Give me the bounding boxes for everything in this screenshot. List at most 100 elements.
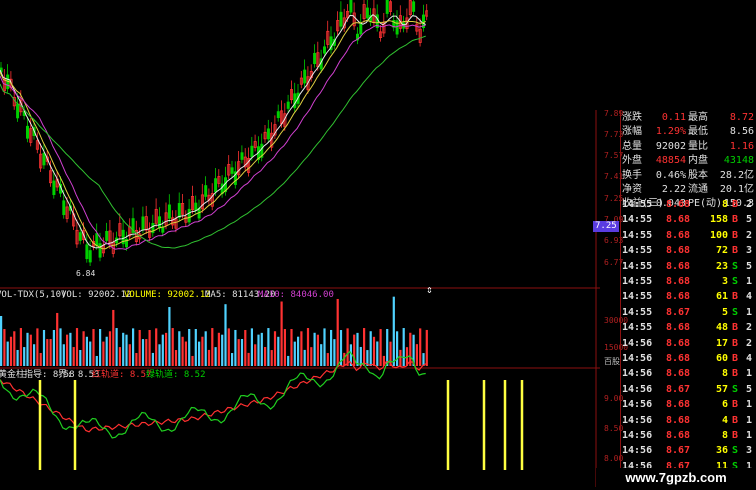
volume-bar	[250, 328, 253, 366]
volume-bar	[280, 301, 283, 366]
volume-bar	[409, 332, 412, 366]
volume-bar	[346, 328, 349, 366]
low-price-marker: 6.84	[76, 269, 96, 278]
tick-time: 14:55	[622, 245, 653, 257]
tick-count: 4	[746, 291, 753, 303]
tick-count: 1	[746, 276, 753, 287]
tick-row[interactable]: 14:56 8.68 6 B 1	[622, 397, 756, 412]
quote-row: 净资 2.22 流通 20.1亿	[622, 182, 756, 197]
tick-direction: B	[732, 414, 739, 426]
volume-bar	[66, 334, 69, 366]
tick-row[interactable]: 14:55 8.68 61 B 4	[622, 289, 756, 304]
candle-body	[177, 203, 181, 218]
tick-price: 8.68	[666, 368, 691, 380]
tick-row[interactable]: 14:56 8.68 17 B 2	[622, 336, 756, 351]
quote-value: 8.72	[729, 112, 754, 123]
candle-body	[240, 152, 244, 160]
tick-volume: 3	[721, 276, 728, 287]
tick-price: 8.68	[666, 214, 691, 226]
volume-bar	[118, 347, 121, 366]
tick-row[interactable]: 14:55 8.68 23 S 5	[622, 259, 756, 274]
tick-row[interactable]: 14:55 8.67 5 S 1	[622, 305, 756, 320]
volume-bar	[376, 341, 379, 366]
volume-indicator-title[interactable]: VOL-TDX(5,10)	[0, 290, 66, 301]
tick-time: 14:56	[622, 399, 653, 411]
volume-bar	[336, 298, 339, 366]
tick-price: 8.68	[666, 353, 691, 364]
tick-direction: B	[732, 199, 739, 210]
volume-bar	[26, 332, 29, 366]
volume-bar	[19, 328, 22, 366]
tick-direction: S	[732, 306, 739, 318]
tick-time: 14:56	[622, 337, 653, 349]
volume-bar	[95, 355, 98, 366]
quote-label: 换手	[622, 169, 642, 181]
green-track-label: 绿轨道: 8.52	[146, 370, 206, 380]
current-price-tag: 7.25	[593, 221, 619, 232]
tick-price: 8.68	[666, 322, 691, 334]
candle-body	[187, 208, 191, 223]
overlay-box-low	[254, 228, 502, 258]
tick-volume: 8	[721, 199, 728, 210]
volume-bar	[257, 334, 260, 366]
candle-body	[385, 0, 389, 14]
tick-row[interactable]: 14:55 8.68 8 B 2	[622, 197, 756, 212]
volume-bar	[75, 328, 79, 366]
volume-bar	[69, 332, 72, 366]
tick-direction: S	[732, 383, 739, 395]
volume-bar	[135, 353, 138, 366]
volume-value-label: VOLUME: 92002.12	[124, 290, 211, 300]
tick-row[interactable]: 14:56 8.68 8 B 1	[622, 428, 756, 443]
tick-row[interactable]: 14:56 8.68 8 B 1	[622, 366, 756, 381]
volume-bar	[237, 339, 240, 366]
volume-bar	[273, 331, 277, 366]
tick-row[interactable]: 14:55 8.68 158 B 5	[622, 212, 756, 227]
candle-body	[95, 233, 99, 247]
candle-body	[105, 231, 109, 241]
panel-divider	[620, 110, 621, 487]
volume-bar	[108, 331, 112, 366]
volume-bar	[399, 349, 402, 366]
volume-bar	[141, 339, 145, 366]
tick-direction: B	[732, 322, 739, 334]
quote-label: 净资	[622, 184, 642, 195]
volume-bar	[33, 344, 36, 366]
volume-bar	[42, 329, 46, 366]
tick-count: 5	[746, 383, 753, 395]
volume-bar	[359, 346, 362, 366]
tick-row[interactable]: 14:56 8.67 36 S 3	[622, 443, 756, 458]
volume-bar	[155, 328, 158, 366]
volume-bar	[194, 329, 197, 366]
candle-body	[141, 216, 145, 230]
tick-price: 8.68	[666, 260, 691, 272]
quote-value: 43148	[723, 155, 754, 167]
tick-direction: B	[732, 368, 739, 380]
tick-row[interactable]: 14:56 8.67 57 S 5	[622, 382, 756, 397]
tick-row[interactable]: 14:55 8.68 100 B 2	[622, 228, 756, 243]
candle-body	[286, 101, 290, 109]
tick-direction: B	[732, 353, 739, 364]
tick-volume: 72	[715, 245, 728, 257]
volume-bar	[49, 339, 52, 366]
tick-row[interactable]: 14:55 8.68 72 B 3	[622, 243, 756, 258]
tick-volume: 5	[721, 306, 728, 318]
quote-value: 0.11	[661, 112, 686, 123]
volume-bar	[297, 336, 300, 366]
volume-bar	[79, 350, 82, 366]
tick-row[interactable]: 14:56 8.68 4B1	[622, 413, 756, 428]
volume-bar	[115, 328, 118, 366]
tick-row[interactable]: 14:55 8.68 3 S 1	[622, 274, 756, 289]
candle-body	[204, 185, 208, 197]
tick-row[interactable]: 14:56 8.68 60 B 4	[622, 351, 756, 366]
tick-direction: B	[732, 430, 739, 441]
tick-row[interactable]: 14:55 8.68 48 B 2	[622, 320, 756, 335]
volume-bar	[188, 329, 191, 366]
volume-bar	[201, 336, 204, 366]
tick-direction: B	[732, 399, 739, 411]
volume-bar	[402, 328, 405, 366]
volume-bar	[313, 332, 316, 366]
indicator-title[interactable]: 黄金柱	[0, 370, 25, 381]
quote-value: 1.16	[729, 140, 754, 152]
volume-bar	[323, 328, 326, 366]
tick-volume: 61	[715, 291, 728, 303]
